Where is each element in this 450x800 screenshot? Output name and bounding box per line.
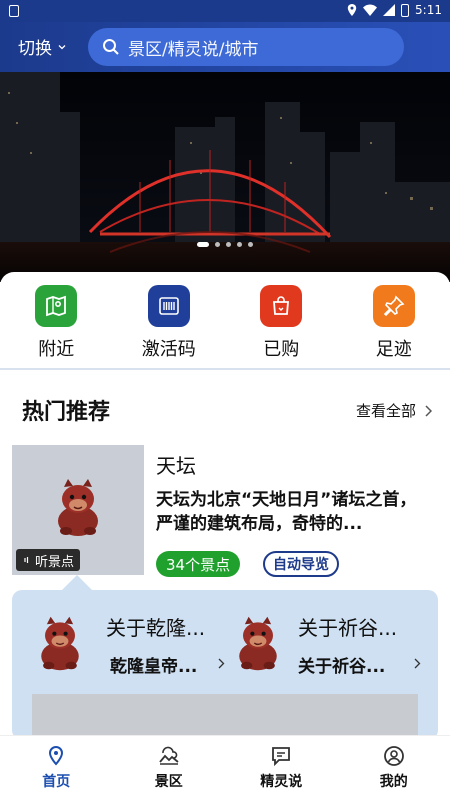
carousel-dot[interactable]	[237, 242, 242, 247]
scenery-icon	[159, 746, 179, 765]
sound-icon	[24, 557, 29, 563]
sub-spot-title: 关于乾隆...	[106, 616, 206, 640]
nav-label: 首页	[42, 774, 71, 790]
sub-spot-title: 关于祈谷...	[298, 616, 398, 640]
chat-icon	[272, 747, 291, 767]
chevron-right-icon	[414, 658, 421, 669]
notification-icon	[9, 5, 19, 17]
view-all-label: 查看全部	[355, 402, 416, 420]
listen-spot-label: 听景点	[35, 554, 75, 570]
menu-item-purchased[interactable]: 已购	[225, 272, 338, 368]
horse-mascot-icon	[41, 616, 79, 671]
chevron-down-icon	[58, 44, 66, 49]
chevron-right-icon	[425, 404, 432, 417]
map-icon	[35, 285, 78, 327]
menu-label: 足迹	[375, 339, 412, 360]
carousel-dot[interactable]	[248, 242, 253, 247]
section-title: 热门推荐	[22, 400, 111, 425]
attraction-thumbnail[interactable]: 听景点	[12, 445, 144, 575]
menu-item-nearby[interactable]: 附近	[0, 272, 113, 368]
bottom-navigation: 首页 景区 精灵说 我的	[0, 735, 450, 800]
section-divider	[0, 368, 450, 370]
spots-count-badge[interactable]: 34个景点	[156, 551, 241, 577]
horse-mascot-icon	[58, 479, 98, 536]
panel-pointer	[62, 575, 92, 590]
menu-item-footprints[interactable]: 足迹	[338, 272, 450, 368]
menu-label: 已购	[263, 339, 300, 360]
sub-spot-card[interactable]: 关于祈谷... 关于祈谷...	[228, 612, 428, 682]
wifi-icon	[363, 4, 378, 16]
pin-icon	[372, 285, 415, 327]
nav-label: 我的	[379, 774, 408, 790]
location-status-icon	[347, 4, 357, 16]
search-icon	[103, 39, 119, 55]
view-all-link[interactable]: 查看全部	[356, 400, 432, 421]
carousel-dot[interactable]	[215, 242, 220, 247]
quick-menu: 附近 激活码 已购 足迹	[0, 272, 450, 368]
barcode-icon	[147, 285, 190, 327]
banner-carousel[interactable]	[0, 72, 450, 282]
carousel-dot[interactable]	[226, 242, 231, 247]
auto-guide-badge[interactable]: 自动导览	[263, 551, 339, 577]
user-icon	[383, 746, 404, 766]
signal-icon	[383, 4, 396, 16]
battery-icon	[401, 3, 410, 17]
nav-label: 景区	[154, 774, 183, 790]
search-input[interactable]: 景区/精灵说/城市	[88, 28, 404, 66]
city-switch-button[interactable]: 切换	[18, 34, 66, 59]
chevron-right-icon	[218, 658, 225, 669]
menu-item-activation-code[interactable]: 激活码	[113, 272, 226, 368]
top-header: 切换 景区/精灵说/城市	[0, 22, 450, 72]
attraction-description: 天坛为北京“天地日月”诸坛之首，严谨的建筑布局，奇特的...	[156, 490, 417, 534]
carousel-indicators	[0, 242, 450, 247]
night-bridge-image	[0, 72, 450, 282]
search-placeholder: 景区/精灵说/城市	[128, 39, 259, 60]
nav-label: 精灵说	[260, 774, 303, 790]
sub-spot-card[interactable]: 关于乾隆... 乾隆皇帝...	[30, 612, 230, 682]
nav-item-home[interactable]: 首页	[0, 736, 113, 800]
sub-spot-desc: 乾隆皇帝...	[110, 657, 198, 677]
nav-item-scenery[interactable]: 景区	[113, 736, 226, 800]
menu-label: 激活码	[141, 339, 196, 360]
shopping-bag-icon	[260, 285, 303, 327]
status-bar: 5:11	[0, 0, 450, 22]
clock: 5:11	[415, 3, 442, 17]
horse-mascot-icon	[239, 616, 277, 671]
status-icons: 5:11	[347, 3, 442, 17]
nav-item-profile[interactable]: 我的	[338, 736, 450, 800]
nav-item-sprite-talk[interactable]: 精灵说	[225, 736, 338, 800]
location-icon	[49, 745, 64, 766]
listen-spot-button[interactable]: 听景点	[16, 549, 81, 571]
menu-label: 附近	[38, 339, 75, 360]
sub-spot-desc: 关于祈谷...	[298, 657, 386, 677]
attraction-name[interactable]: 天坛	[156, 450, 196, 479]
city-switch-label: 切换	[18, 39, 52, 59]
carousel-dot[interactable]	[197, 242, 209, 247]
